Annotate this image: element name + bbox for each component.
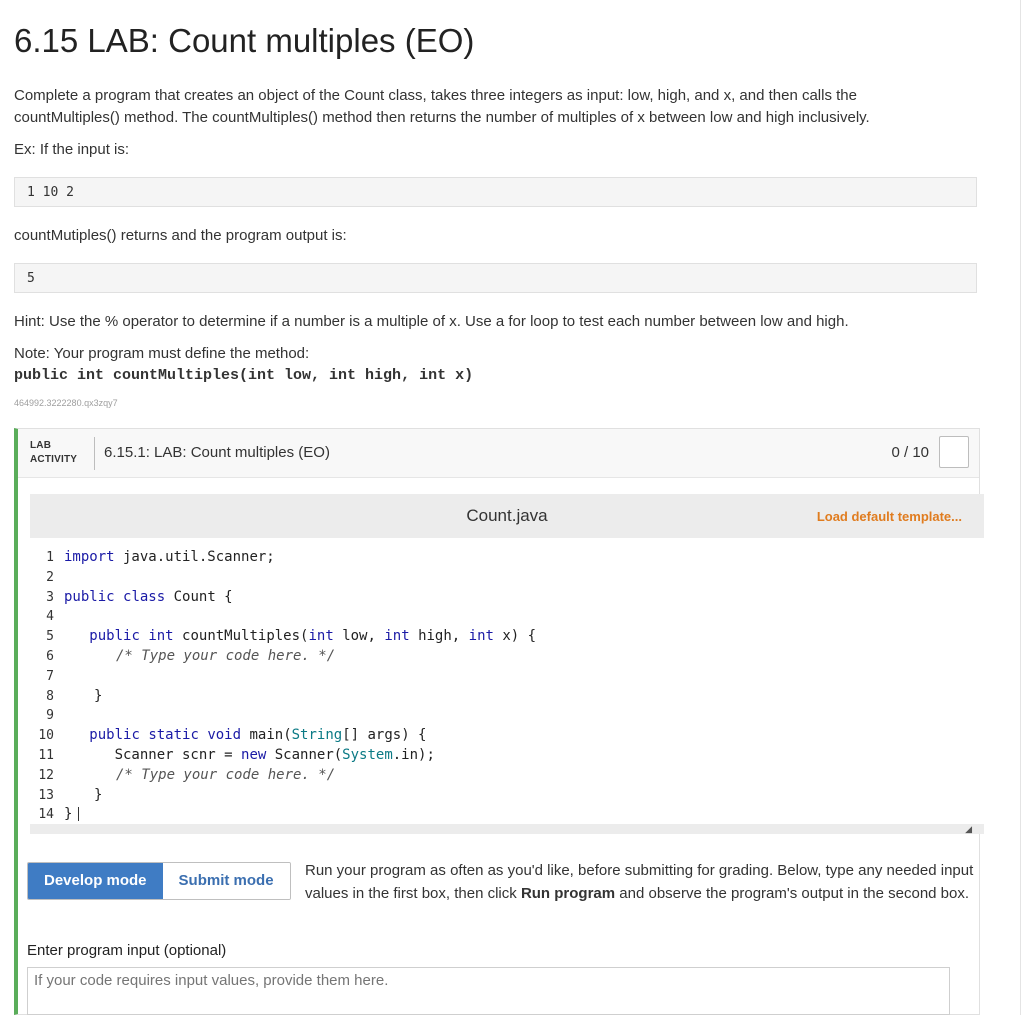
- line-number: 7: [30, 669, 54, 684]
- code-line-10: public static void main(String[] args) {: [64, 727, 427, 743]
- code-line-14: }: [64, 806, 72, 822]
- code-text: Count {: [165, 589, 232, 605]
- code-line-3: public class Count {: [64, 589, 233, 605]
- develop-mode-button[interactable]: Develop mode: [28, 863, 163, 899]
- method-signature: public int countMultiples(int low, int h…: [14, 367, 473, 384]
- example-output-box: 5: [14, 263, 977, 293]
- note-text: Note: Your program must define the metho…: [14, 343, 989, 365]
- lab-title: 6.15.1: LAB: Count multiples (EO): [104, 444, 330, 461]
- line-number: 1: [30, 550, 54, 565]
- page-right-divider: [1020, 0, 1021, 1015]
- code-line-13: }: [94, 787, 102, 803]
- line-number: 14: [30, 807, 54, 822]
- code-line-12-comment: /* Type your code here. */: [116, 767, 335, 783]
- lab-tag-line1: LAB: [30, 440, 51, 451]
- line-number: 10: [30, 728, 54, 743]
- example-input-box: 1 10 2: [14, 177, 977, 207]
- code-area[interactable]: 1 2 3 4 5 6 7 8 9 10 11 12 13 14 15 impo…: [30, 546, 984, 826]
- code-text: [] args) {: [342, 727, 426, 743]
- lab-tag-line2: ACTIVITY: [30, 454, 77, 465]
- keyword: public: [89, 628, 140, 644]
- submit-mode-button[interactable]: Submit mode: [163, 863, 290, 899]
- keyword: new: [241, 747, 266, 763]
- editor-scroll-bar[interactable]: [30, 824, 984, 834]
- hint-text: Hint: Use the % operator to determine if…: [14, 311, 989, 333]
- keyword: public: [64, 589, 115, 605]
- page-title: 6.15 LAB: Count multiples (EO): [14, 22, 474, 60]
- keyword: import: [64, 549, 115, 565]
- run-instructions: Run your program as often as you'd like,…: [305, 859, 975, 905]
- program-input-field[interactable]: [27, 967, 950, 1015]
- code-text: Scanner scnr =: [115, 747, 241, 763]
- line-number: 13: [30, 788, 54, 803]
- code-text: .in);: [393, 747, 435, 763]
- code-line-6-comment: /* Type your code here. */: [116, 648, 335, 664]
- code-text: Scanner(: [266, 747, 342, 763]
- keyword: int: [308, 628, 333, 644]
- code-text: low,: [334, 628, 385, 644]
- keyword: static: [148, 727, 199, 743]
- line-number: 4: [30, 609, 54, 624]
- intro-paragraph: Complete a program that creates an objec…: [14, 85, 989, 129]
- code-line-1: import java.util.Scanner;: [64, 549, 275, 565]
- code-text: main(: [241, 727, 292, 743]
- mode-toggle: Develop mode Submit mode: [27, 862, 291, 900]
- type-name: System: [342, 747, 393, 763]
- line-number: 3: [30, 590, 54, 605]
- completion-checkbox: [939, 436, 969, 468]
- type-name: String: [292, 727, 343, 743]
- code-editor[interactable]: Count.java Load default template... 1 2 …: [30, 494, 984, 834]
- score-text: 0 / 10: [891, 444, 929, 461]
- intro-line-2: countMultiples() method. The countMultip…: [14, 109, 870, 126]
- lab-activity-tag: LAB ACTIVITY: [30, 439, 77, 467]
- keyword: public: [89, 727, 140, 743]
- code-line-8: }: [94, 688, 102, 704]
- output-label: countMutiples() returns and the program …: [14, 225, 989, 247]
- code-text: java.util.Scanner;: [115, 549, 275, 565]
- keyword: int: [384, 628, 409, 644]
- keyword: int: [148, 628, 173, 644]
- header-separator: [94, 437, 95, 470]
- code-text: countMultiples(: [174, 628, 309, 644]
- keyword: void: [207, 727, 241, 743]
- line-number: 9: [30, 708, 54, 723]
- editor-toolbar: Count.java Load default template...: [30, 494, 984, 538]
- resize-handle-icon[interactable]: ◢: [965, 824, 972, 835]
- lab-header: LAB ACTIVITY 6.15.1: LAB: Count multiple…: [18, 429, 979, 478]
- keyword: class: [123, 589, 165, 605]
- example-label: Ex: If the input is:: [14, 139, 989, 161]
- line-number: 11: [30, 748, 54, 763]
- load-default-template-link[interactable]: Load default template...: [817, 509, 962, 524]
- line-number: 8: [30, 689, 54, 704]
- code-line-5: public int countMultiples(int low, int h…: [64, 628, 536, 644]
- code-text: high,: [410, 628, 469, 644]
- run-program-emphasis: Run program: [521, 885, 615, 902]
- content-id: 464992.3222280.qx3zqy7: [14, 398, 118, 408]
- line-number: 2: [30, 570, 54, 585]
- keyword: int: [469, 628, 494, 644]
- intro-line-1: Complete a program that creates an objec…: [14, 87, 857, 104]
- line-number: 6: [30, 649, 54, 664]
- run-desc-part2: and observe the program's output in the …: [615, 885, 969, 902]
- code-line-11: Scanner scnr = new Scanner(System.in);: [64, 747, 435, 763]
- line-number: 12: [30, 768, 54, 783]
- line-number: 5: [30, 629, 54, 644]
- program-input-label: Enter program input (optional): [27, 942, 226, 959]
- code-text: x) {: [494, 628, 536, 644]
- text-cursor: [78, 807, 79, 821]
- lab-activity-panel: LAB ACTIVITY 6.15.1: LAB: Count multiple…: [14, 428, 980, 1015]
